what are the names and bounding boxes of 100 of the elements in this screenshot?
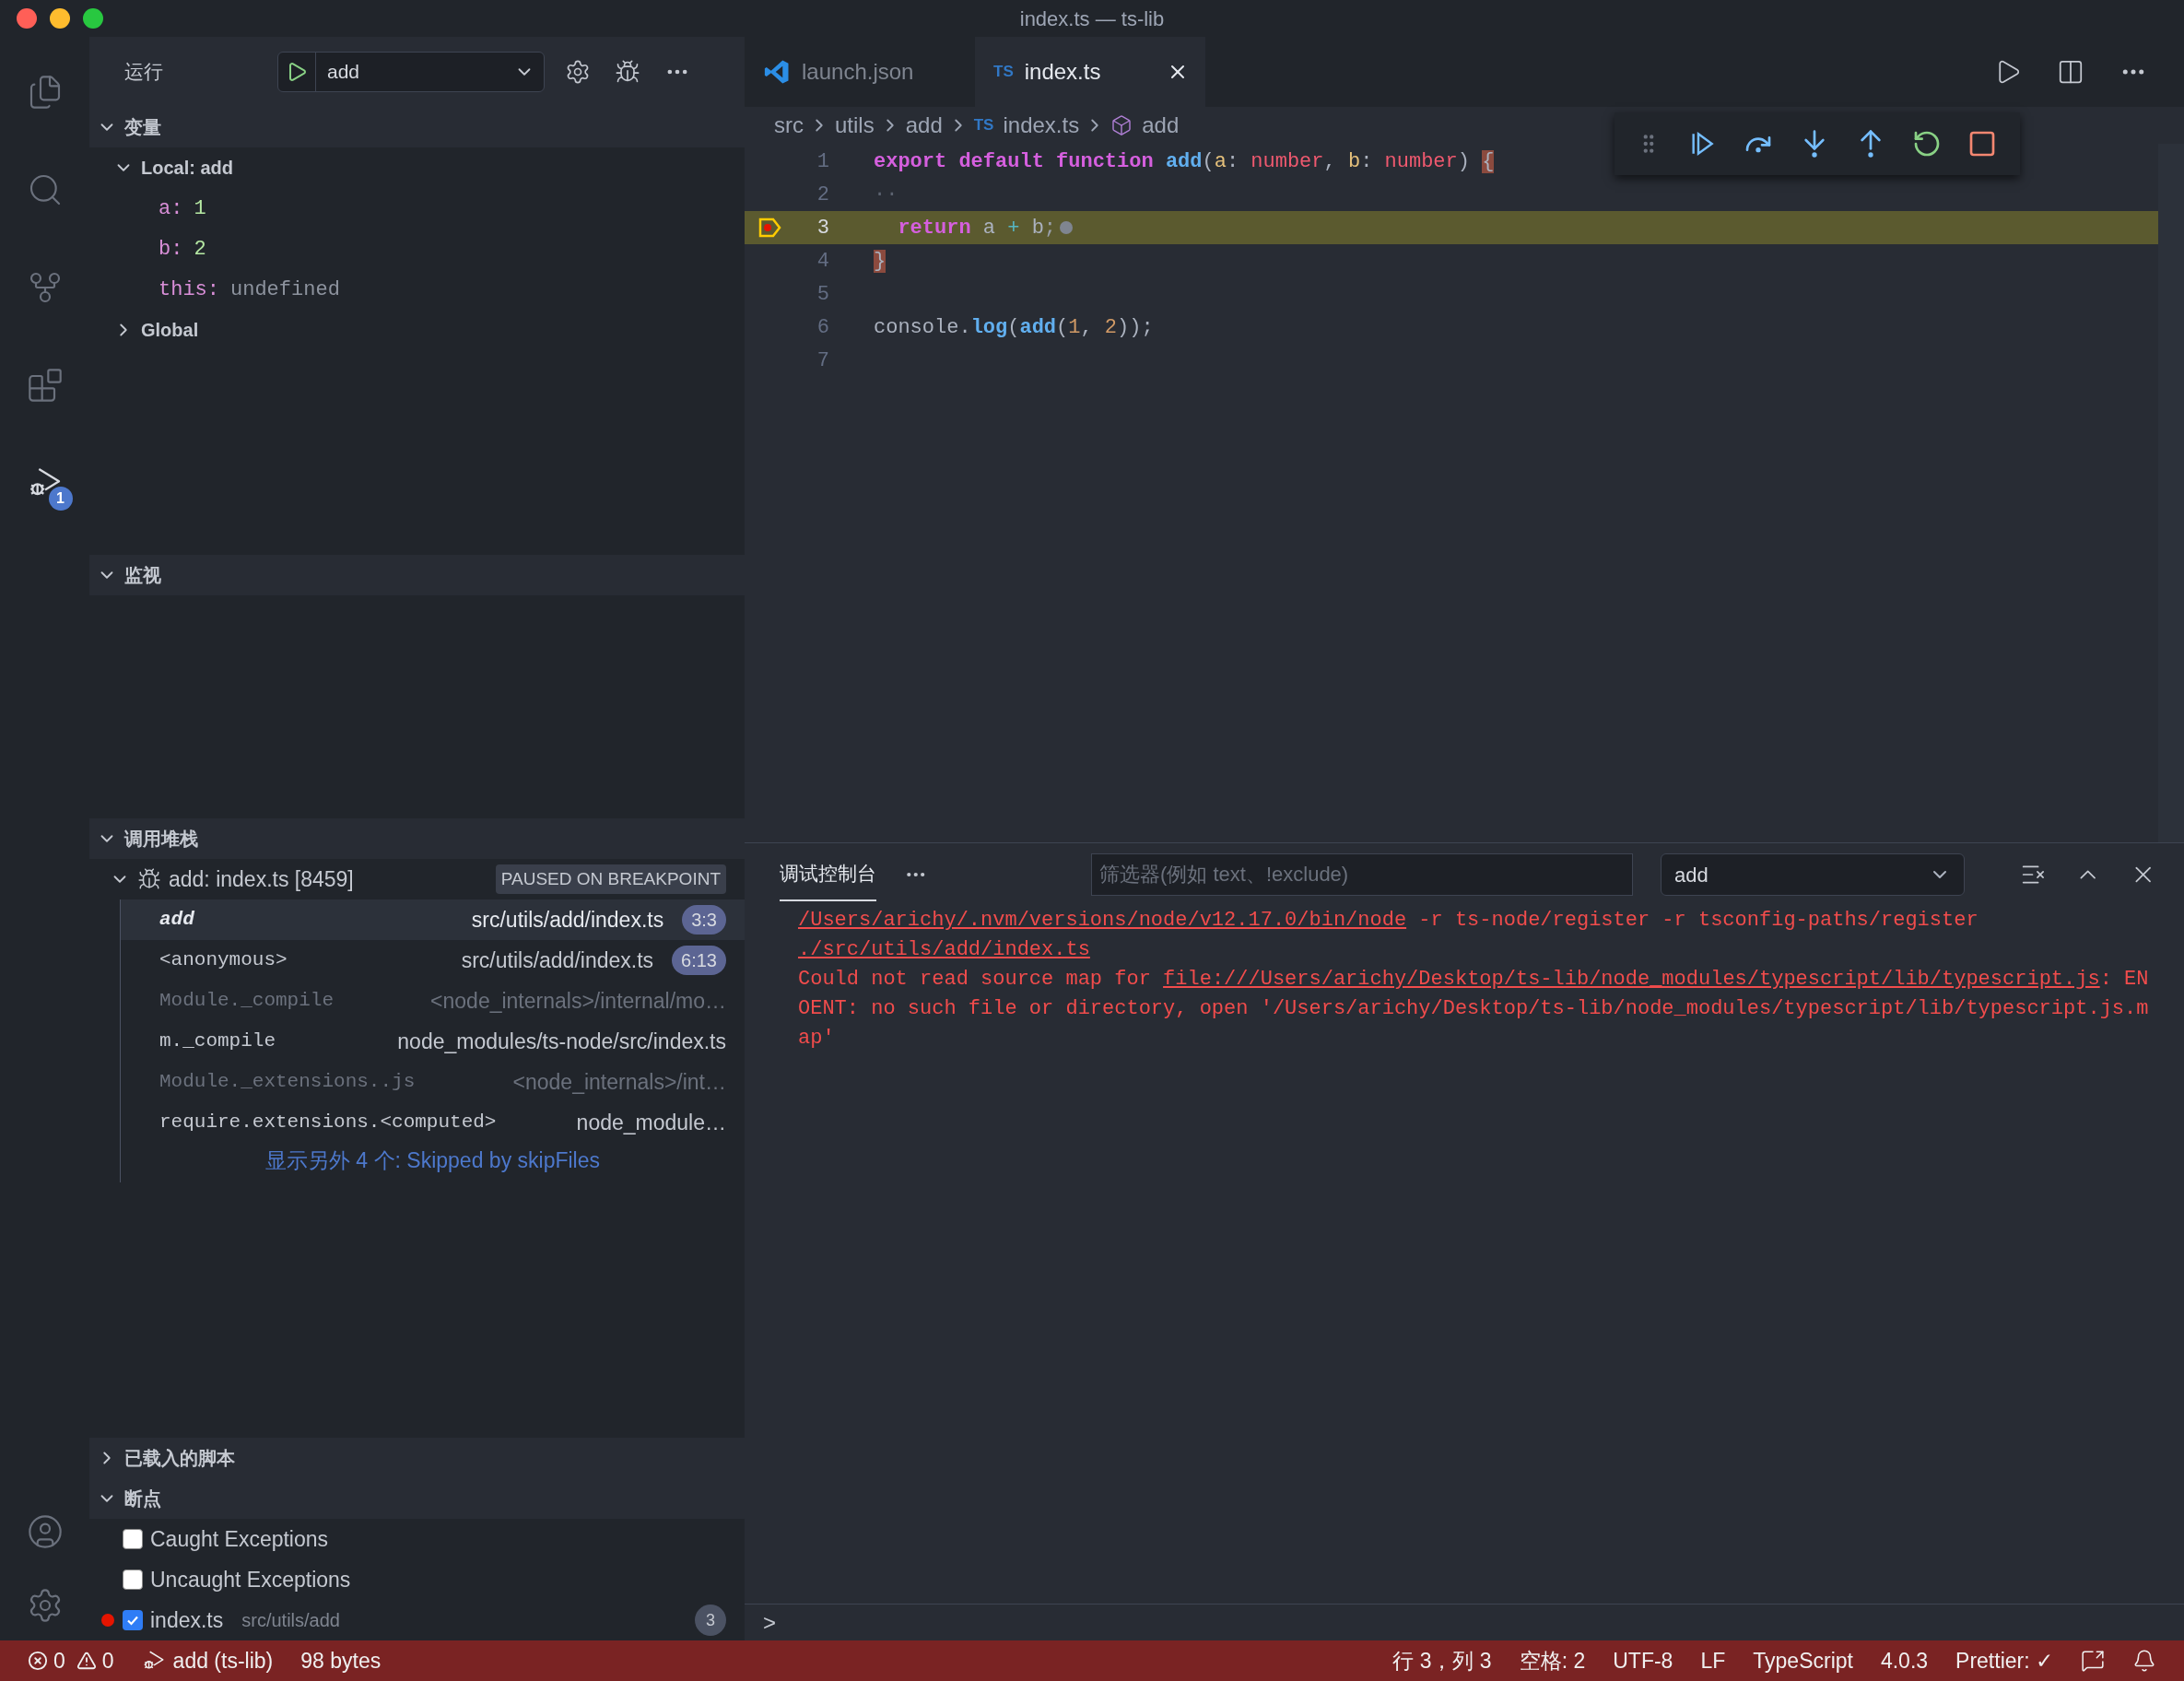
line-number: 1	[816, 148, 829, 175]
checkbox[interactable]	[123, 1610, 143, 1630]
activity-bar-item[interactable]: 1	[15, 448, 75, 518]
code-text: return a + b;	[897, 215, 1057, 241]
section-header[interactable]: 调用堆栈	[89, 818, 745, 859]
frame-name: Module._extensions..js	[159, 1070, 416, 1095]
section-header[interactable]: 已载入的脚本	[89, 1438, 745, 1478]
error-icon	[28, 1651, 48, 1671]
line-number: 2	[816, 182, 829, 208]
status-item[interactable]: 空格: 2	[1519, 1644, 1586, 1677]
stack-frame-row[interactable]: add src/utils/add/index.ts 3:3	[121, 899, 745, 940]
file-link[interactable]: /Users/arichy/.nvm/versions/node/v12.17.0/bin/node	[798, 909, 1407, 932]
split-editor-icon[interactable]	[2057, 58, 2084, 86]
frame-source: <node_internals>/internal/mo…	[429, 987, 726, 1015]
debug-session-row[interactable]: add: index.ts [8459] PAUSED ON BREAKPOINT	[89, 859, 745, 899]
problems-status[interactable]: 0 0	[28, 1644, 114, 1677]
breakpoint-path: src/utils/add	[241, 1609, 341, 1632]
close-window-button[interactable]	[17, 8, 37, 29]
file-type-label: TS	[973, 115, 994, 136]
console-output-line: Could not read source map for file:///Users/arichy/Desktop/ts-lib/node_modules/typescript/lib/typescript.js: ENOENT: no such file or directory, open '/Users/arichy/Desktop/ts-lib/node_modules/typescript/lib/typescript.js.map'	[798, 967, 2150, 1052]
frame-source: src/utils/add/index.ts	[460, 946, 654, 974]
section-title: 调用堆栈	[124, 828, 198, 851]
debug-target-label: add (ts-lib)	[172, 1647, 274, 1675]
launch-config-dropdown[interactable]: add	[277, 52, 545, 92]
panel-tab[interactable]: 调试控制台	[780, 848, 876, 901]
scope-name: Global	[141, 319, 199, 342]
line-number: 5	[816, 281, 829, 308]
frame-source: <node_internals>/int…	[511, 1068, 726, 1096]
breakpoint-label: Uncaught Exceptions	[150, 1566, 351, 1593]
section-header[interactable]: 断点	[89, 1478, 745, 1519]
feedback-icon[interactable]	[2081, 1649, 2105, 1673]
maximize-window-button[interactable]	[83, 8, 103, 29]
variable-row[interactable]: this: undefined	[89, 269, 745, 310]
session-name: add: index.ts [8459]	[169, 865, 355, 893]
section-title: 变量	[124, 116, 161, 139]
stack-frame-row[interactable]: <anonymous> src/utils/add/index.ts 6:13	[121, 940, 745, 981]
debug-console-icon[interactable]	[615, 59, 640, 85]
breakpoint-label: index.ts	[150, 1606, 224, 1634]
frame-name: Module._compile	[159, 989, 335, 1014]
show-more-frames-link[interactable]: 显示另外 4 个: Skipped by skipFiles	[265, 1145, 600, 1177]
status-item[interactable]: 4.0.3	[1880, 1644, 1929, 1677]
line-number: 4	[816, 248, 829, 275]
section-title: 断点	[124, 1487, 161, 1511]
checkbox[interactable]	[123, 1529, 143, 1549]
settings-icon[interactable]	[565, 59, 591, 85]
warning-count: 0	[101, 1647, 114, 1675]
status-item[interactable]: 98 bytes	[300, 1644, 382, 1677]
variable-value: 2	[194, 236, 206, 263]
frame-source: src/utils/add/index.ts	[470, 906, 664, 934]
code-editor-logo-icon	[763, 58, 791, 86]
activity-bar-item[interactable]	[26, 1513, 64, 1550]
debug-target-status[interactable]: add (ts-lib)	[141, 1644, 274, 1677]
checkbox[interactable]	[123, 1569, 143, 1590]
status-item[interactable]: UTF-8	[1613, 1644, 1673, 1677]
status-item[interactable]: Prettier: ✓	[1955, 1644, 2053, 1677]
breadcrumb-item[interactable]: index.ts	[1003, 109, 1080, 142]
variable-value: 1	[194, 195, 206, 222]
breakpoint-line-badge: 3	[695, 1605, 726, 1636]
filter-field[interactable]: 筛选器(例如 text、!exclude)	[1091, 853, 1634, 896]
status-item[interactable]: TypeScript	[1753, 1644, 1853, 1677]
variable-row[interactable]: b: 2	[89, 229, 745, 269]
current-breakpoint-icon[interactable]	[758, 217, 782, 238]
breadcrumb-item[interactable]: utils	[835, 109, 875, 142]
window-title: index.ts — ts-lib	[1019, 6, 1165, 32]
variable-name: this:	[159, 276, 219, 303]
variable-name: b:	[159, 236, 183, 263]
breadcrumb-item[interactable]: add	[1142, 109, 1180, 142]
line-number: 6	[816, 314, 829, 341]
frame-name: require.extensions.<computed>	[159, 1111, 497, 1135]
code-text: export default function add(a: number, b: number) {	[874, 148, 1495, 175]
breakpoint-row[interactable]: Uncaught Exceptions	[89, 1559, 745, 1600]
scope-row[interactable]: Local: add	[89, 147, 745, 188]
breakpoint-label: Caught Exceptions	[150, 1525, 329, 1553]
breakpoint-row[interactable]: index.ts src/utils/add 3	[89, 1600, 745, 1640]
notification-icon[interactable]	[2132, 1649, 2156, 1673]
section-header[interactable]: 监视	[89, 555, 745, 595]
stack-frame-row[interactable]: m._compile node_modules/ts-node/src/index.ts	[121, 1021, 745, 1062]
cube-icon	[1110, 114, 1133, 136]
stack-frame-row[interactable]: require.extensions.<computed> node_module…	[121, 1102, 745, 1143]
code-text: ··	[874, 182, 898, 208]
breakpoint-row[interactable]: Caught Exceptions	[89, 1519, 745, 1559]
scope-row[interactable]: Global	[89, 310, 745, 350]
session-status-badge: PAUSED ON BREAKPOINT	[495, 864, 726, 895]
section-header[interactable]: 变量	[89, 107, 745, 147]
file-link[interactable]: ./src/utils/add/index.ts	[798, 938, 1090, 961]
file-type-label: TS	[993, 62, 1014, 83]
status-item[interactable]: LF	[1700, 1644, 1726, 1677]
file-link[interactable]: file:///Users/arichy/Desktop/ts-lib/node_modules/typescript/lib/typescript.js	[1163, 968, 2100, 991]
breadcrumb-item[interactable]: add	[905, 109, 943, 142]
editor-tab[interactable]: TS index.ts	[975, 37, 1205, 107]
account-icon	[26, 1513, 64, 1550]
line-number: 7	[816, 347, 829, 374]
bug-icon	[137, 867, 161, 891]
breadcrumb-item[interactable]: src	[774, 109, 804, 142]
minimize-window-button[interactable]	[50, 8, 70, 29]
tab-label: launch.json	[802, 58, 915, 86]
variable-row[interactable]: a: 1	[89, 188, 745, 229]
line-column-badge: 6:13	[672, 946, 726, 975]
status-item[interactable]: 行 3，列 3	[1392, 1644, 1492, 1677]
session-select[interactable]: add	[1661, 853, 1965, 896]
